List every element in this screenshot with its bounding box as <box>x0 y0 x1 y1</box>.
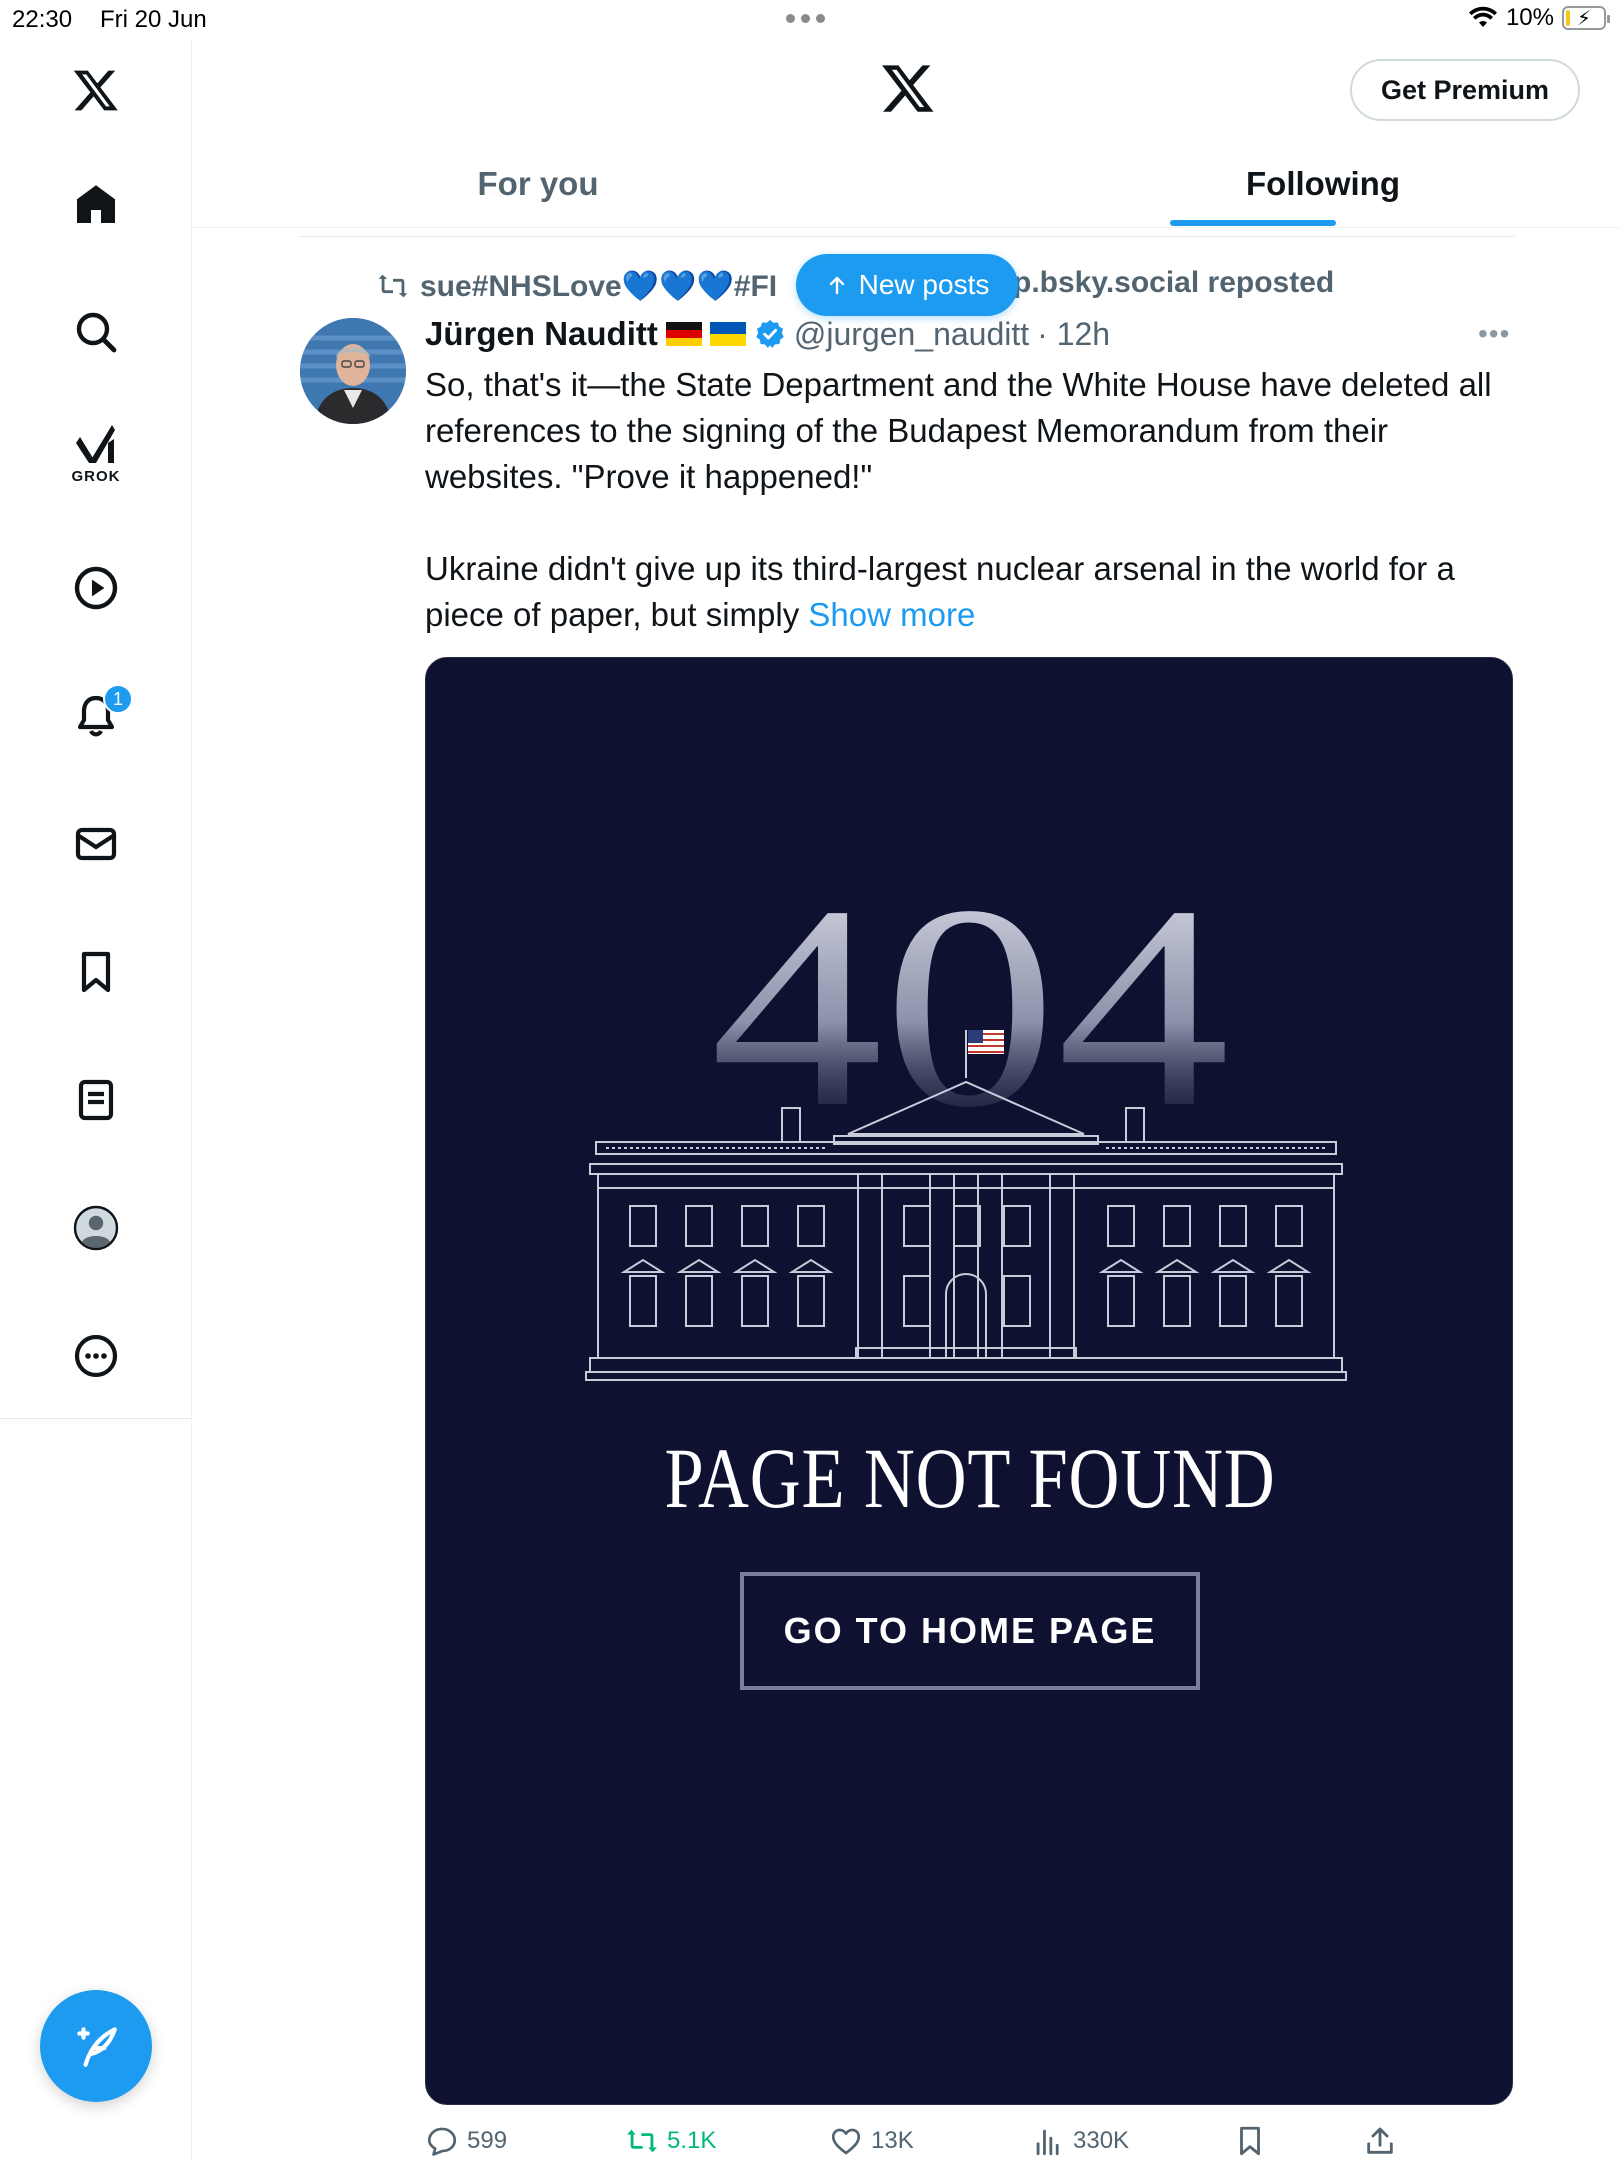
post-text-paragraph-1: So, that's it—the State Department and t… <box>425 366 1492 495</box>
multitasking-dots-icon[interactable] <box>786 14 825 23</box>
grok-label: GROK <box>71 468 121 485</box>
heart-icon <box>831 2128 861 2155</box>
profile-avatar-icon <box>73 1205 119 1251</box>
status-bar: 22:30 Fri 20 Jun 10% ⚡ <box>0 0 1620 40</box>
share-button[interactable] <box>1363 2124 1397 2158</box>
reply-icon <box>427 2127 457 2156</box>
tab-following[interactable]: Following <box>1013 140 1620 228</box>
post-text-paragraph-2: Ukraine didn't give up its third-largest… <box>425 546 1515 638</box>
verified-badge-icon <box>756 320 784 348</box>
sidebar-item-videos[interactable] <box>56 548 136 628</box>
charging-bolt-icon: ⚡ <box>1576 8 1592 30</box>
sidebar-item-notifications[interactable]: 1 <box>56 676 136 756</box>
sidebar-divider <box>0 1418 192 1419</box>
repost-icon <box>627 2129 657 2153</box>
battery-icon: ⚡ <box>1562 6 1610 30</box>
bookmark-icon <box>1240 2126 1260 2156</box>
bookmark-button[interactable] <box>1233 2124 1267 2158</box>
repost-context[interactable]: sue#NHSLove💙💙💙#FI p.bsky.social reposted <box>376 266 1334 306</box>
arrow-up-icon <box>829 276 844 295</box>
envelope-icon <box>75 827 117 861</box>
repost-icon <box>378 274 408 298</box>
more-circle-icon <box>74 1334 118 1378</box>
notification-badge: 1 <box>103 684 133 714</box>
status-time: 22:30 <box>12 6 73 33</box>
go-to-home-page-button: GO TO HOME PAGE <box>740 1572 1200 1690</box>
like-button[interactable]: 13K <box>829 2124 914 2158</box>
page-not-found-title: PAGE NOT FOUND <box>664 1430 1276 1526</box>
bookmark-icon <box>81 951 111 993</box>
list-icon <box>78 1079 114 1121</box>
get-premium-button[interactable]: Get Premium <box>1350 59 1580 121</box>
new-posts-button[interactable]: New posts <box>796 254 1018 316</box>
views-count: 330K <box>1073 2127 1130 2154</box>
compose-feather-icon <box>77 2027 117 2067</box>
play-circle-icon <box>74 566 118 610</box>
author-avatar[interactable] <box>300 318 406 424</box>
repost-count: 5.1K <box>667 2127 717 2154</box>
views-button[interactable]: 330K <box>1031 2124 1129 2158</box>
home-icon <box>77 185 115 223</box>
big-404-text: 404 <box>710 846 1230 1167</box>
x-logo-icon[interactable] <box>56 50 136 130</box>
repost-user-left: sue#NHSLove💙💙💙#FI <box>420 269 778 303</box>
author-name[interactable]: Jürgen Nauditt <box>425 315 658 353</box>
feed-tabs: For you Following <box>193 140 1620 228</box>
sidebar-item-messages[interactable] <box>56 804 136 884</box>
author-handle[interactable]: @jurgen_nauditt <box>794 316 1029 353</box>
active-tab-indicator <box>1170 220 1336 226</box>
repost-button[interactable]: 5.1K <box>625 2124 716 2158</box>
post-media-image[interactable]: 404 PAGE NOT FOUND GO TO HOME PAGE <box>425 657 1513 2105</box>
germany-flag-icon <box>665 322 702 346</box>
battery-percent: 10% <box>1505 4 1554 31</box>
sidebar-item-lists[interactable] <box>56 1060 136 1140</box>
compose-post-button[interactable] <box>40 1990 152 2102</box>
tab-for-you[interactable]: For you <box>193 140 883 228</box>
grok-icon <box>76 425 115 463</box>
wifi-icon <box>1468 6 1497 27</box>
sidebar-item-search[interactable] <box>56 292 136 372</box>
sidebar: GROK 1 <box>0 40 192 2160</box>
status-date: Fri 20 Jun <box>100 6 207 33</box>
sidebar-item-grok[interactable]: GROK <box>56 412 136 492</box>
sidebar-item-profile[interactable] <box>56 1188 136 1268</box>
post-more-icon[interactable]: ••• <box>1478 318 1510 350</box>
white-house-drawing <box>585 1030 1347 1381</box>
new-posts-label: New posts <box>858 269 990 300</box>
share-upload-icon <box>1367 2127 1393 2154</box>
reply-count: 599 <box>467 2127 508 2154</box>
status-right: 10% ⚡ <box>1468 4 1610 32</box>
sidebar-item-bookmarks[interactable] <box>56 932 136 1012</box>
post-header: Jürgen Nauditt @jurgen_nauditt · 12h <box>425 312 1110 356</box>
media-illustration: 404 <box>585 846 1347 1381</box>
views-chart-icon <box>1036 2129 1059 2156</box>
search-icon <box>76 312 117 353</box>
x-header-logo-icon[interactable] <box>880 60 936 116</box>
like-count: 13K <box>871 2127 914 2154</box>
ukraine-flag-icon <box>709 322 746 346</box>
repost-user-right: p.bsky.social reposted <box>1013 266 1335 299</box>
sidebar-item-more[interactable] <box>56 1316 136 1396</box>
post-time[interactable]: · 12h <box>1037 316 1110 353</box>
show-more-link[interactable]: Show more <box>808 596 975 633</box>
reply-button[interactable]: 599 <box>425 2124 507 2158</box>
sidebar-item-home[interactable] <box>56 164 136 244</box>
post-text: So, that's it—the State Department and t… <box>425 362 1515 638</box>
post-actions: 599 5.1K 13K 330K <box>425 2124 1515 2160</box>
feed-divider <box>300 236 1515 237</box>
